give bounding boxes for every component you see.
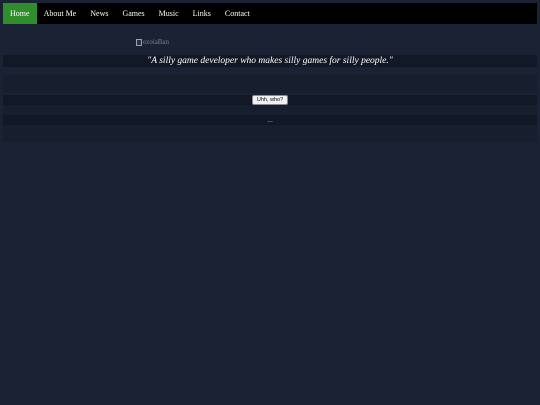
banner-alt-text: ezoiaBan [143,38,170,46]
content-band [3,75,537,93]
uhh-who-button[interactable]: Uhh, who? [251,95,289,105]
main-navbar: Home About Me News Games Music Links Con… [3,3,537,24]
nav-home[interactable]: Home [3,3,37,24]
ellipsis-text: ... [3,115,537,125]
nav-contact[interactable]: Contact [218,3,257,24]
nav-links[interactable]: Links [186,3,218,24]
content-band [3,105,537,115]
tagline: "A silly game developer who makes silly … [3,55,537,67]
content-band [3,125,537,142]
banner-image: ezoiaBan [136,38,169,46]
nav-news[interactable]: News [83,3,115,24]
broken-image-icon [136,38,142,46]
nav-about-me[interactable]: About Me [37,3,84,24]
nav-games[interactable]: Games [115,3,151,24]
nav-music[interactable]: Music [152,3,186,24]
who-row: Uhh, who? [3,95,537,105]
